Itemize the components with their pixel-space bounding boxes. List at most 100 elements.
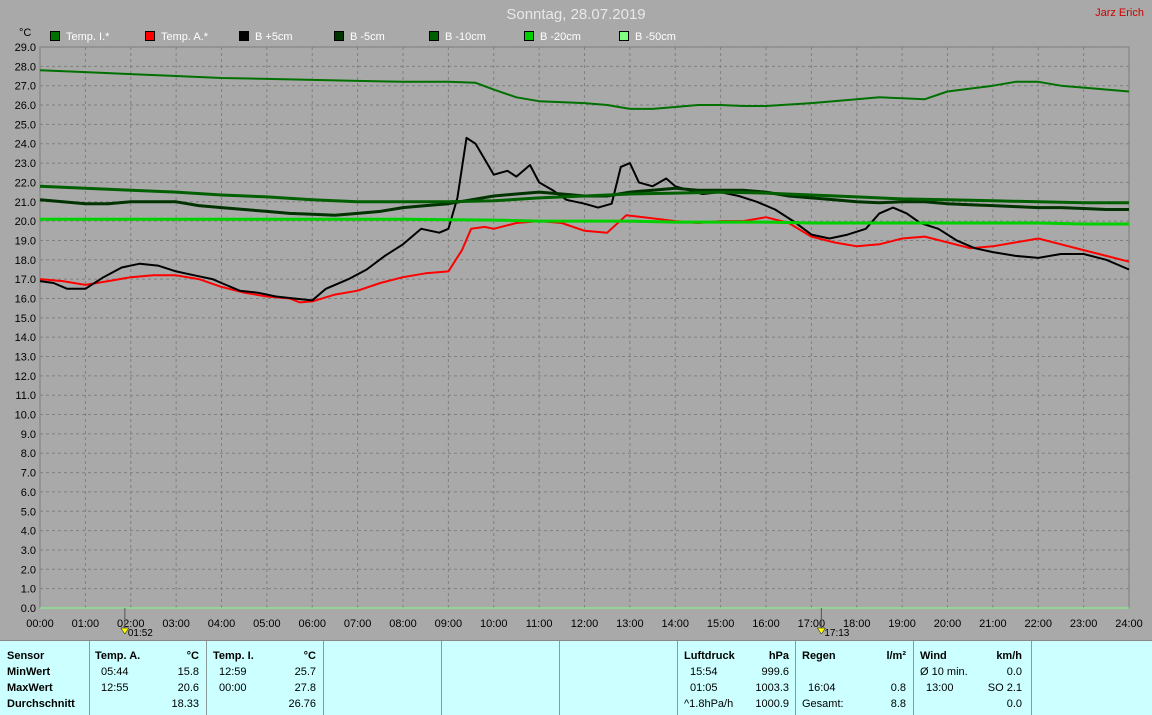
y-tick-label: 26.0	[15, 100, 36, 112]
y-tick-label: 14.0	[15, 332, 36, 344]
y-tick-label: 22.0	[15, 177, 36, 189]
x-tick-label: 20:00	[934, 618, 962, 630]
x-tick-label: 12:00	[571, 618, 599, 630]
pressure-min-time: 15:54	[690, 666, 718, 678]
y-tick-label: 21.0	[15, 197, 36, 209]
wind-max-value: SO 2.1	[987, 682, 1022, 694]
wind-avg-value: 0.0	[1006, 666, 1022, 678]
y-tick-label: 2.0	[21, 564, 36, 576]
pressure-unit: hPa	[768, 650, 789, 662]
pressure-min-value: 999.6	[761, 666, 789, 678]
x-tick-label: 08:00	[389, 618, 417, 630]
rain-total-value: 8.8	[890, 698, 906, 710]
pressure-trend-label: ^1.8hPa/h	[684, 698, 734, 710]
temp-i-max-value: 27.8	[294, 682, 316, 694]
stats-panel: Sensor MinWert MaxWert Durchschnitt Temp…	[0, 640, 1152, 715]
x-tick-label: 13:00	[616, 618, 644, 630]
temp-a-unit: °C	[186, 650, 199, 662]
x-tick-label: 07:00	[344, 618, 372, 630]
rain-max-time: 16:04	[808, 682, 836, 694]
temp-a-max-time: 12:55	[101, 682, 129, 694]
wind-unit: km/h	[996, 650, 1022, 662]
y-tick-label: 19.0	[15, 235, 36, 247]
temp-i-avg-value: 26.76	[288, 698, 316, 710]
temp-i-unit: °C	[303, 650, 316, 662]
temp-a-min-value: 15.8	[177, 666, 199, 678]
y-tick-label: 29.0	[15, 42, 36, 54]
x-tick-label: 15:00	[707, 618, 735, 630]
temp-a-header: Temp. A.	[95, 650, 141, 662]
row-label-max: MaxWert	[7, 682, 53, 694]
temp-i-min-time: 12:59	[219, 666, 247, 678]
y-tick-label: 8.0	[21, 448, 36, 460]
y-tick-label: 28.0	[15, 61, 36, 73]
x-tick-label: 22:00	[1024, 618, 1052, 630]
sensor-header: Sensor	[7, 650, 45, 662]
divider	[206, 641, 207, 715]
y-tick-label: 13.0	[15, 352, 36, 364]
temp-a-avg-value: 18.33	[171, 698, 199, 710]
x-tick-label: 16:00	[752, 618, 780, 630]
divider	[1031, 641, 1032, 715]
divider	[89, 641, 90, 715]
y-tick-label: 25.0	[15, 119, 36, 131]
divider	[795, 641, 796, 715]
wind-last-value: 0.0	[1006, 698, 1022, 710]
row-label-min: MinWert	[7, 666, 51, 678]
y-tick-label: 3.0	[21, 545, 36, 557]
y-tick-label: 0.0	[21, 603, 36, 615]
y-tick-label: 17.0	[15, 274, 36, 286]
y-tick-label: 23.0	[15, 158, 36, 170]
temp-a-min-time: 05:44	[101, 666, 129, 678]
y-tick-label: 16.0	[15, 293, 36, 305]
pressure-max-time: 01:05	[690, 682, 718, 694]
pressure-header: Luftdruck	[684, 650, 735, 662]
y-tick-label: 7.0	[21, 468, 36, 480]
temp-i-header: Temp. I.	[213, 650, 254, 662]
y-tick-label: 24.0	[15, 139, 36, 151]
divider	[913, 641, 914, 715]
y-tick-label: 15.0	[15, 313, 36, 325]
x-tick-label: 19:00	[888, 618, 916, 630]
y-tick-label: 6.0	[21, 487, 36, 499]
temp-i-max-time: 00:00	[219, 682, 247, 694]
wind-avg-label: Ø 10 min.	[920, 666, 968, 678]
marker-label: 01:52	[128, 628, 153, 639]
rain-max-value: 0.8	[890, 682, 906, 694]
y-tick-label: 20.0	[15, 216, 36, 228]
x-tick-label: 14:00	[661, 618, 689, 630]
y-tick-label: 12.0	[15, 371, 36, 383]
x-tick-label: 05:00	[253, 618, 281, 630]
x-tick-label: 00:00	[26, 618, 54, 630]
y-tick-label: 27.0	[15, 81, 36, 93]
temp-i-min-value: 25.7	[294, 666, 316, 678]
x-tick-label: 23:00	[1070, 618, 1098, 630]
rain-header: Regen	[802, 650, 836, 662]
wind-header: Wind	[920, 650, 947, 662]
rain-unit: l/m²	[886, 650, 906, 662]
x-tick-label: 03:00	[162, 618, 190, 630]
x-tick-label: 09:00	[435, 618, 463, 630]
x-tick-label: 10:00	[480, 618, 508, 630]
y-tick-label: 4.0	[21, 526, 36, 538]
y-tick-label: 1.0	[21, 584, 36, 596]
y-tick-label: 5.0	[21, 506, 36, 518]
y-tick-label: 9.0	[21, 429, 36, 441]
x-tick-label: 06:00	[298, 618, 326, 630]
x-tick-label: 21:00	[979, 618, 1007, 630]
pressure-max-value: 1003.3	[755, 682, 789, 694]
x-tick-label: 24:00	[1115, 618, 1143, 630]
marker-label: 17:13	[824, 628, 849, 639]
row-label-avg: Durchschnitt	[7, 698, 75, 710]
x-tick-label: 04:00	[208, 618, 236, 630]
series-line	[39, 184, 1129, 205]
x-tick-label: 11:00	[526, 618, 553, 630]
temp-a-max-value: 20.6	[177, 682, 199, 694]
divider	[559, 641, 560, 715]
y-tick-label: 18.0	[15, 255, 36, 267]
pressure-trend-value: 1000.9	[755, 698, 789, 710]
divider	[441, 641, 442, 715]
x-tick-label: 01:00	[72, 618, 100, 630]
temperature-chart: 0.0 1.0 2.0 3.0 4.0 5.0 6.0 7.0 8.0 9.0 10.0 11.0 12…	[15, 42, 1143, 639]
divider	[323, 641, 324, 715]
